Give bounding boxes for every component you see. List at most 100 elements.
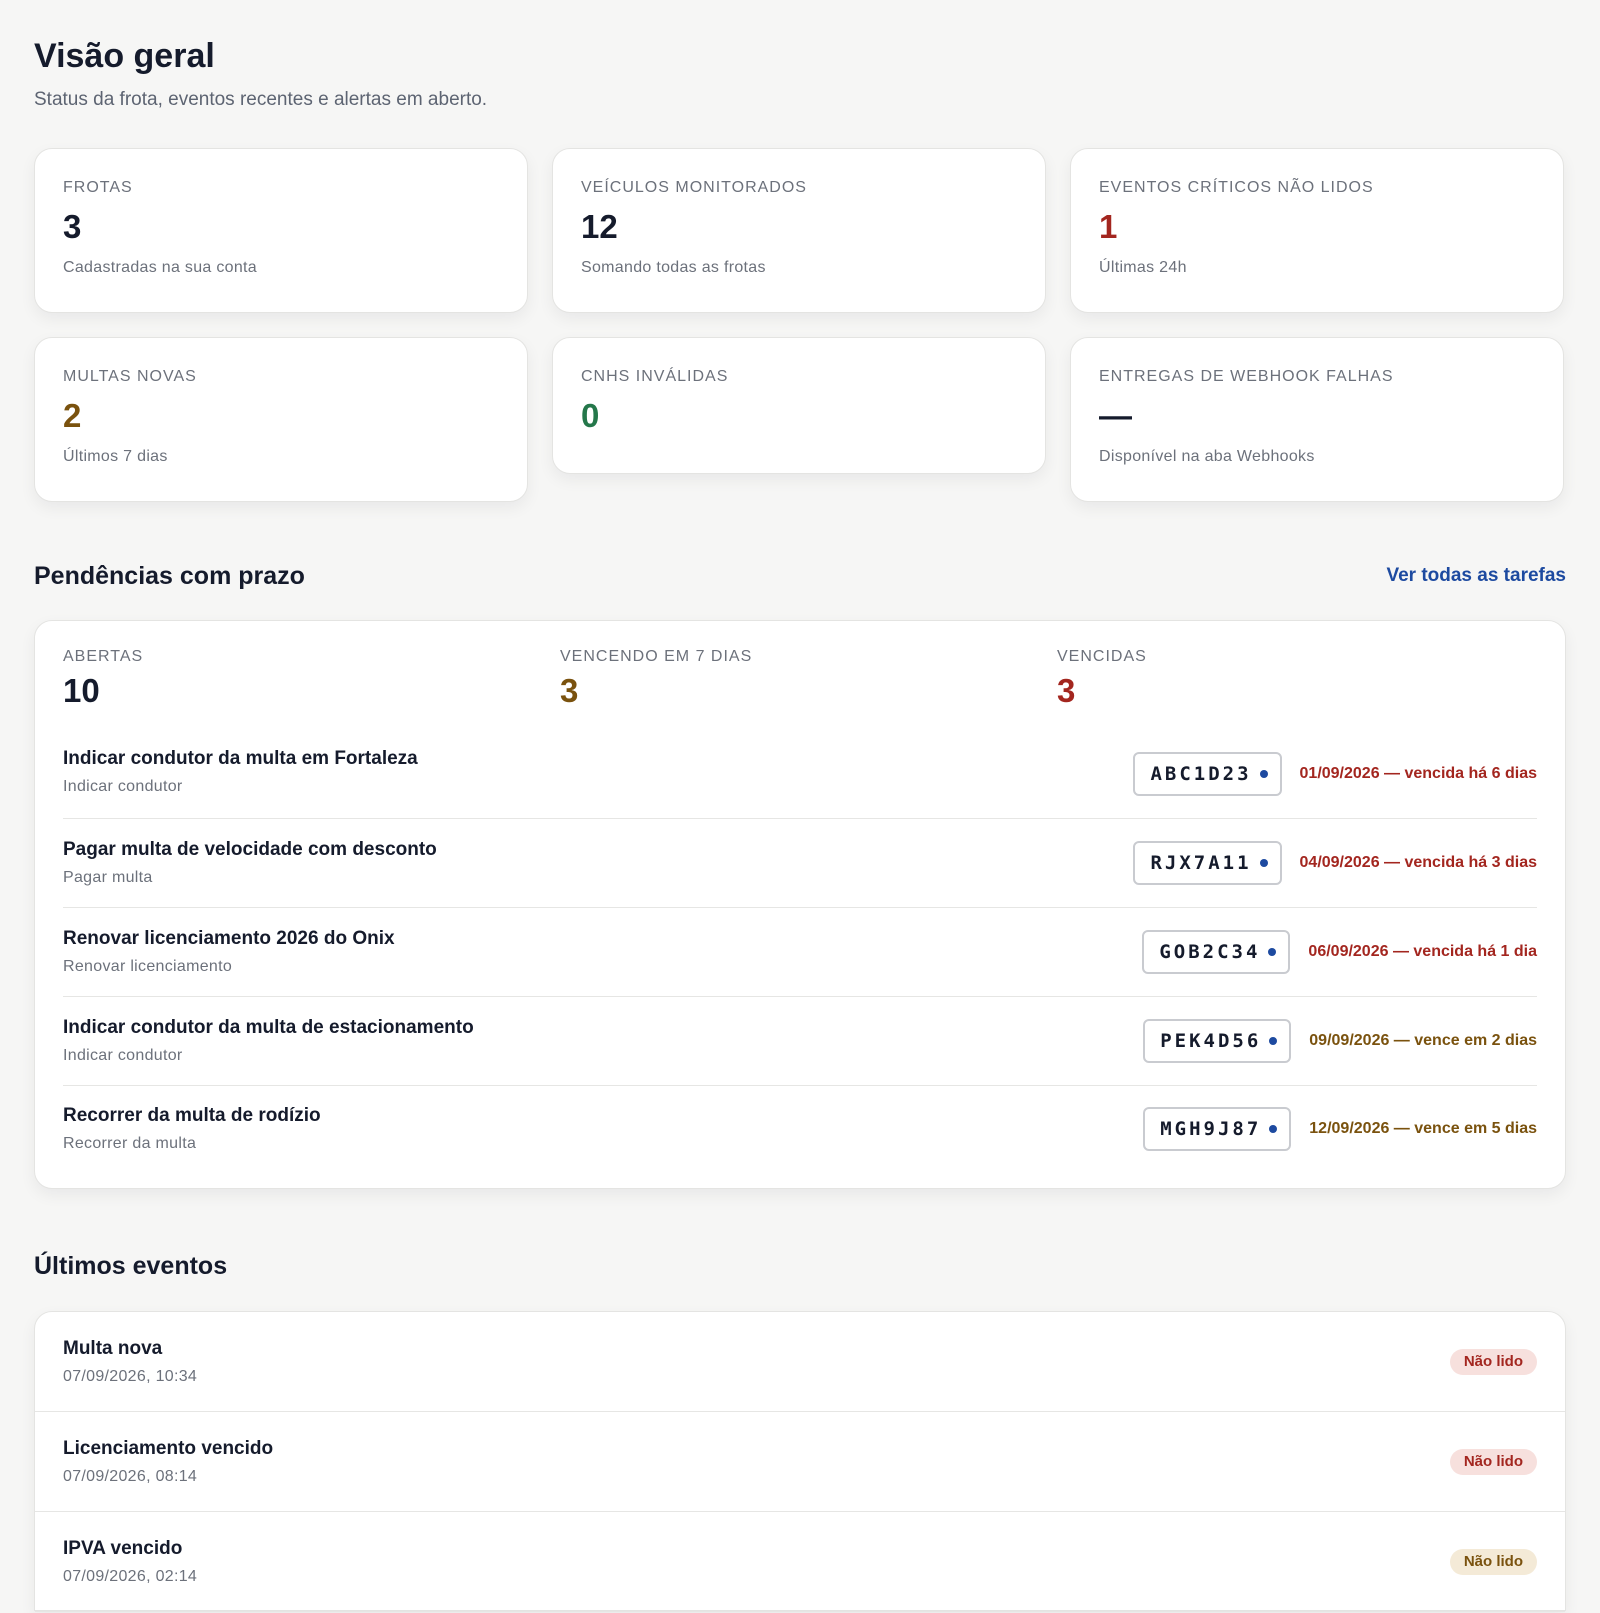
task-text: Recorrer da multa de rodízio Recorrer da… [63, 1104, 321, 1154]
plate-number: ABC1D23 [1150, 763, 1252, 785]
summary-overdue: VENCIDAS 3 [1057, 647, 1537, 711]
license-plate[interactable]: ABC1D23 [1133, 752, 1282, 796]
task-summary: ABERTAS 10 VENCENDO EM 7 DIAS 3 VENCIDAS… [63, 647, 1537, 711]
license-plate[interactable]: MGH9J87 [1143, 1107, 1292, 1151]
task-meta: GOB2C34 06/09/2026 — vencida há 1 dia [1142, 930, 1537, 974]
task-text: Indicar condutor da multa em Fortaleza I… [63, 747, 418, 797]
task-type: Renovar licenciamento [63, 958, 233, 975]
task-row[interactable]: Pagar multa de velocidade com desconto P… [63, 819, 1537, 908]
stat-label: FROTAS [63, 179, 133, 196]
stat-note: Disponível na aba Webhooks [1099, 448, 1315, 465]
task-type: Indicar condutor [63, 778, 183, 795]
task-type: Pagar multa [63, 869, 153, 886]
tasks-card: ABERTAS 10 VENCENDO EM 7 DIAS 3 VENCIDAS… [34, 620, 1566, 1189]
event-row[interactable]: Licenciamento vencido 07/09/2026, 08:14 … [35, 1412, 1565, 1512]
stat-value: 12 [581, 208, 618, 245]
stat-card-failed-webhooks: ENTREGAS DE WEBHOOK FALHAS — Disponível … [1070, 337, 1564, 502]
events-section-title: Últimos eventos [34, 1252, 228, 1280]
task-title: Recorrer da multa de rodízio [63, 1105, 321, 1126]
stat-card-monitored-vehicles: VEÍCULOS MONITORADOS 12 Somando todas as… [552, 148, 1046, 313]
event-title: Multa nova [63, 1337, 163, 1359]
plate-number: MGH9J87 [1160, 1118, 1262, 1140]
event-row[interactable]: IPVA vencido 07/09/2026, 02:14 Não lido [35, 1512, 1565, 1612]
license-plate[interactable]: RJX7A11 [1133, 841, 1282, 885]
plate-number: RJX7A11 [1150, 852, 1252, 874]
summary-label: VENCENDO EM 7 DIAS [560, 648, 753, 665]
task-title: Indicar condutor da multa em Fortaleza [63, 748, 418, 769]
event-title: IPVA vencido [63, 1537, 183, 1559]
stat-note: Cadastradas na sua conta [63, 259, 257, 276]
plate-number: GOB2C34 [1159, 941, 1261, 963]
plate-dot-icon [1259, 859, 1268, 867]
summary-open: ABERTAS 10 [63, 647, 560, 711]
stat-label: ENTREGAS DE WEBHOOK FALHAS [1099, 368, 1394, 385]
event-time: 07/09/2026, 02:14 [63, 1567, 198, 1585]
unread-badge[interactable]: Não lido [1449, 1348, 1537, 1375]
stats-grid: FROTAS 3 Cadastradas na sua conta VEÍCUL… [34, 148, 1566, 502]
stat-label: VEÍCULOS MONITORADOS [581, 179, 807, 196]
license-plate[interactable]: GOB2C34 [1142, 930, 1291, 974]
stat-value: 1 [1099, 208, 1118, 245]
overview-page: Visão geral Status da frota, eventos rec… [0, 0, 1600, 1613]
unread-badge[interactable]: Não lido [1449, 1548, 1537, 1575]
stat-value: 0 [581, 397, 600, 434]
stat-label: MULTAS NOVAS [63, 368, 197, 385]
page-title: Visão geral [34, 37, 215, 75]
tasks-section-header: Pendências com prazo Ver todas as tarefa… [34, 562, 1566, 590]
plate-dot-icon [1259, 770, 1268, 778]
tasks-section-title: Pendências com prazo [34, 561, 305, 590]
task-meta: ABC1D23 01/09/2026 — vencida há 6 dias [1133, 752, 1537, 796]
task-due-date: 09/09/2026 — vence em 2 dias [1309, 1032, 1537, 1049]
summary-value: 3 [1057, 672, 1076, 709]
summary-due-soon: VENCENDO EM 7 DIAS 3 [560, 647, 1057, 711]
stat-card-invalid-licenses: CNHS INVÁLIDAS 0 [552, 337, 1046, 474]
task-due-date: 06/09/2026 — vencida há 1 dia [1308, 943, 1537, 960]
task-title: Indicar condutor da multa de estacioname… [63, 1017, 474, 1038]
stat-note: Somando todas as frotas [581, 259, 766, 276]
plate-dot-icon [1269, 1125, 1278, 1133]
plate-dot-icon [1268, 948, 1277, 956]
task-row[interactable]: Indicar condutor da multa de estacioname… [63, 997, 1537, 1086]
task-text: Indicar condutor da multa de estacioname… [63, 1016, 474, 1066]
task-type: Indicar condutor [63, 1047, 183, 1064]
event-text: Multa nova 07/09/2026, 10:34 [63, 1337, 197, 1387]
plate-number: PEK4D56 [1160, 1030, 1262, 1052]
plate-dot-icon [1269, 1037, 1278, 1045]
stat-value: — [1099, 397, 1132, 434]
stat-label: EVENTOS CRÍTICOS NÃO LIDOS [1099, 179, 1374, 196]
event-time: 07/09/2026, 10:34 [63, 1367, 198, 1385]
event-row[interactable]: Multa nova 07/09/2026, 10:34 Não lido [35, 1312, 1565, 1412]
stat-value: 2 [63, 397, 82, 434]
stat-value: 3 [63, 208, 82, 245]
stat-note: Últimas 24h [1099, 259, 1187, 276]
task-title: Renovar licenciamento 2026 do Onix [63, 928, 395, 949]
task-row[interactable]: Recorrer da multa de rodízio Recorrer da… [63, 1086, 1537, 1172]
stat-card-new-fines: MULTAS NOVAS 2 Últimos 7 dias [34, 337, 528, 502]
task-text: Pagar multa de velocidade com desconto P… [63, 838, 437, 888]
task-meta: RJX7A11 04/09/2026 — vencida há 3 dias [1133, 841, 1537, 885]
stat-label: CNHS INVÁLIDAS [581, 368, 729, 385]
stat-card-fleets: FROTAS 3 Cadastradas na sua conta [34, 148, 528, 313]
task-row[interactable]: Renovar licenciamento 2026 do Onix Renov… [63, 908, 1537, 997]
task-meta: MGH9J87 12/09/2026 — vence em 5 dias [1143, 1107, 1537, 1151]
stat-card-critical-events: EVENTOS CRÍTICOS NÃO LIDOS 1 Últimas 24h [1070, 148, 1564, 313]
task-due-date: 01/09/2026 — vencida há 6 dias [1299, 765, 1537, 782]
task-list: Indicar condutor da multa em Fortaleza I… [63, 747, 1537, 1172]
event-text: Licenciamento vencido 07/09/2026, 08:14 [63, 1437, 273, 1487]
task-text: Renovar licenciamento 2026 do Onix Renov… [63, 927, 395, 977]
summary-label: VENCIDAS [1057, 648, 1147, 665]
task-meta: PEK4D56 09/09/2026 — vence em 2 dias [1143, 1019, 1537, 1063]
view-all-tasks-link[interactable]: Ver todas as tarefas [1386, 565, 1566, 587]
summary-label: ABERTAS [63, 648, 144, 665]
summary-value: 3 [560, 672, 579, 709]
events-card: Multa nova 07/09/2026, 10:34 Não lido Li… [34, 1311, 1566, 1612]
task-due-date: 04/09/2026 — vencida há 3 dias [1299, 854, 1537, 871]
event-title: Licenciamento vencido [63, 1437, 274, 1459]
page-subtitle: Status da frota, eventos recentes e aler… [34, 89, 488, 110]
task-row[interactable]: Indicar condutor da multa em Fortaleza I… [63, 747, 1537, 819]
task-title: Pagar multa de velocidade com desconto [63, 839, 437, 860]
unread-badge[interactable]: Não lido [1449, 1448, 1537, 1475]
license-plate[interactable]: PEK4D56 [1143, 1019, 1292, 1063]
task-due-date: 12/09/2026 — vence em 5 dias [1309, 1120, 1537, 1137]
stat-note: Últimos 7 dias [63, 448, 168, 465]
